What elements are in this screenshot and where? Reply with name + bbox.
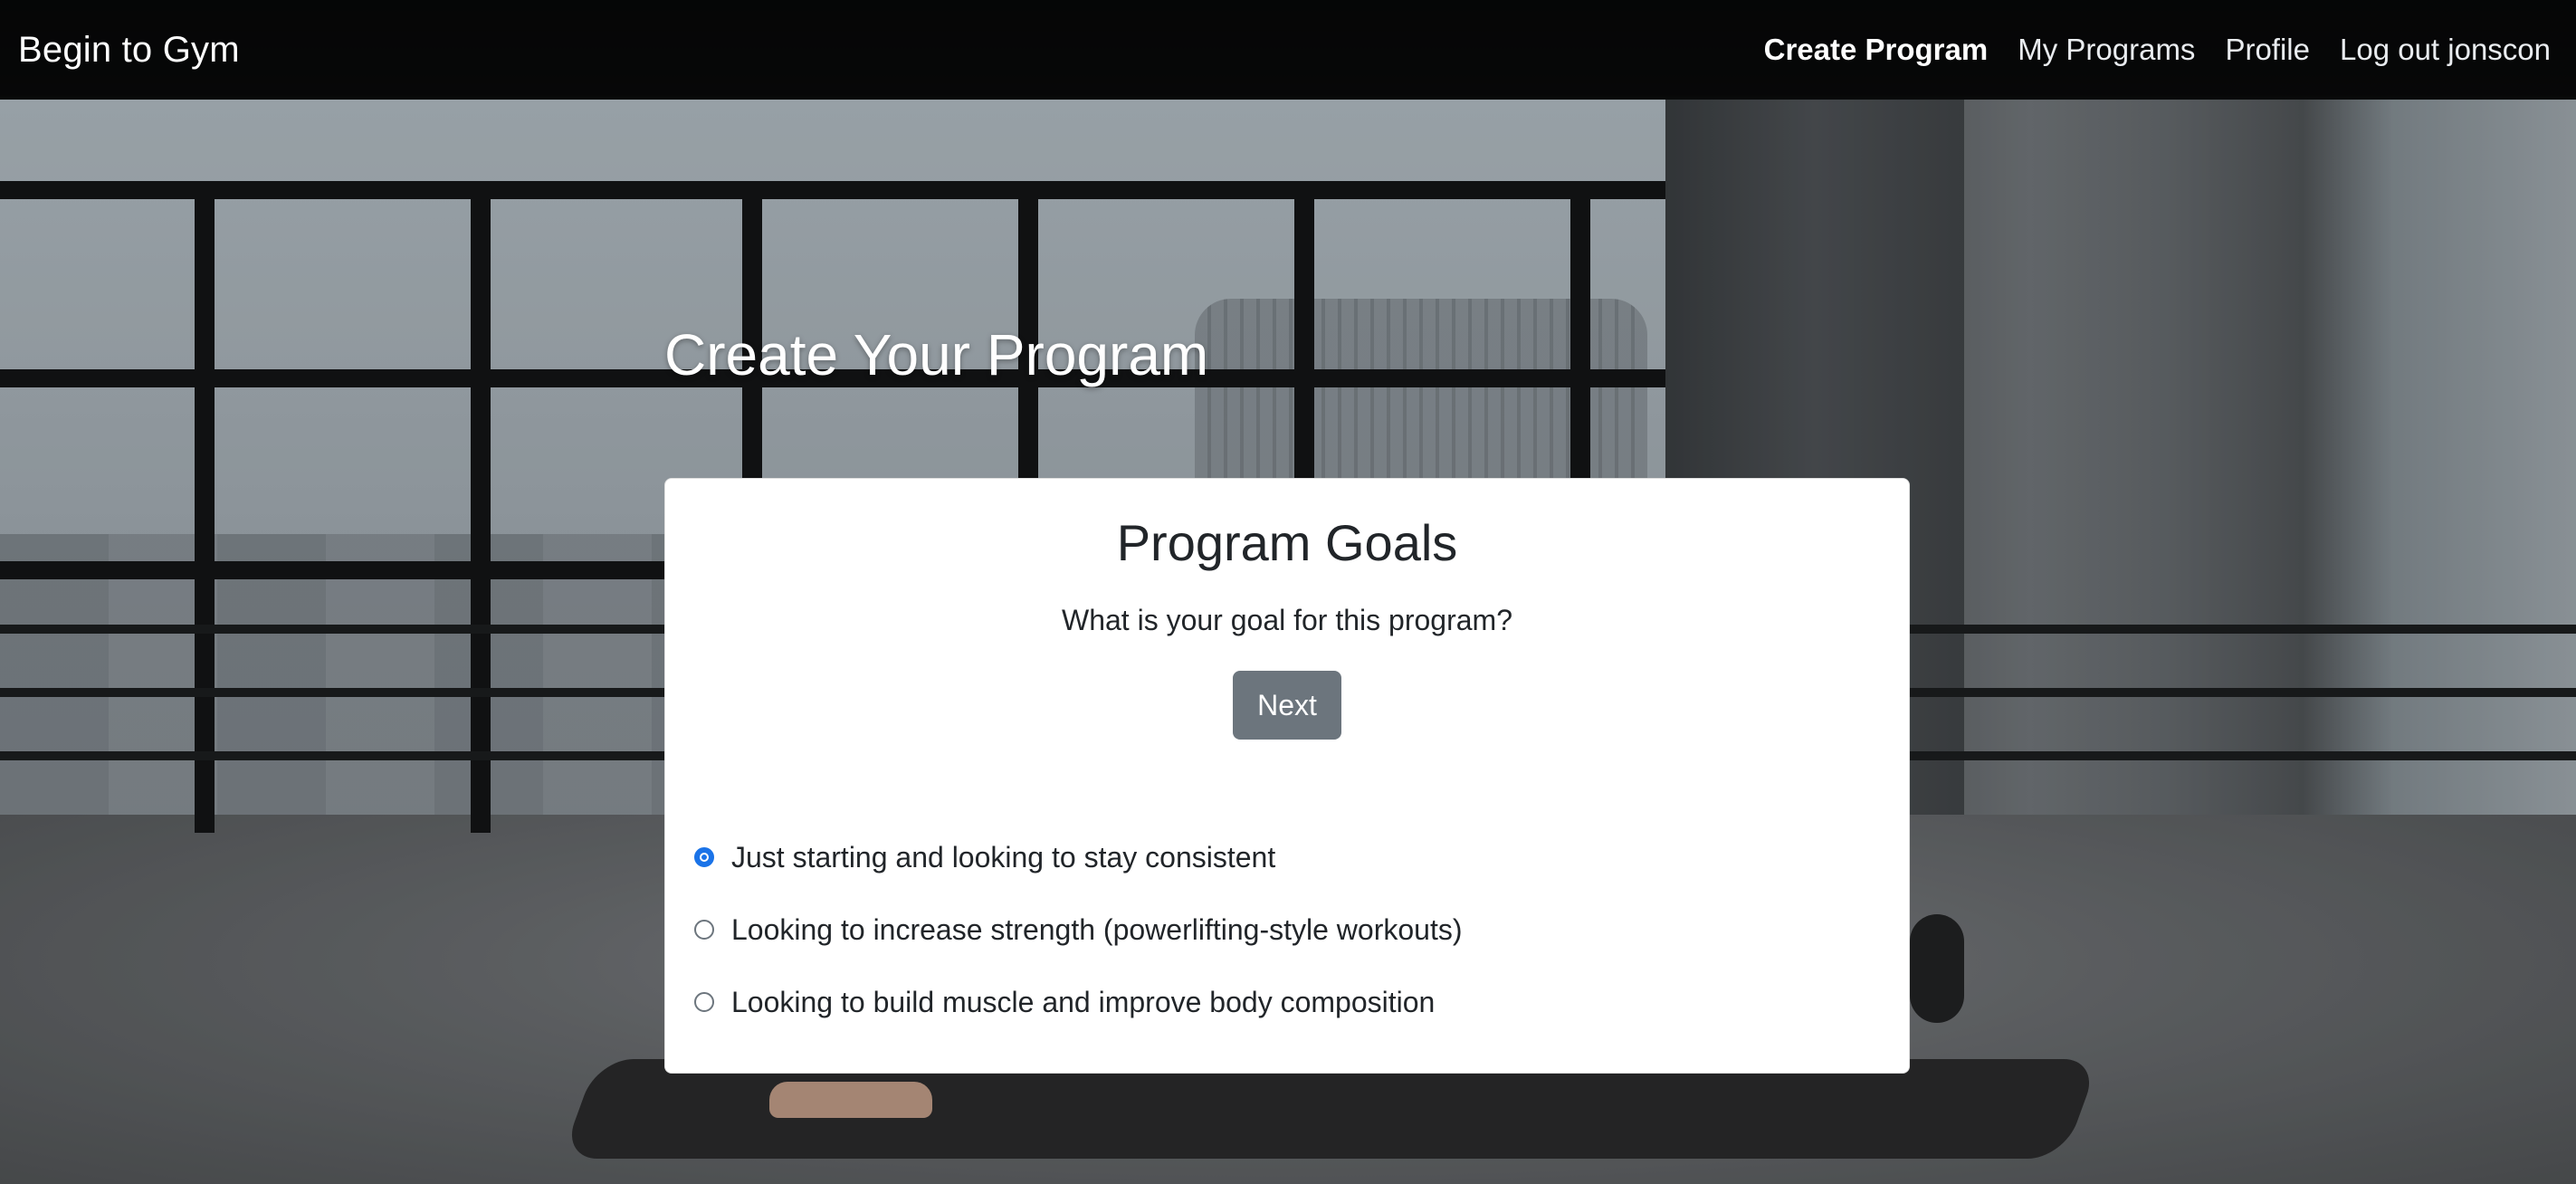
goal-option-muscle[interactable]: Looking to build muscle and improve body… [694,966,1462,1038]
goal-option-label: Looking to increase strength (powerlifti… [731,912,1463,946]
goal-option-label: Looking to build muscle and improve body… [731,985,1436,1018]
radio-checked-icon[interactable] [694,847,714,867]
nav-link-profile[interactable]: Profile [2225,33,2310,67]
brand-link[interactable]: Begin to Gym [18,30,240,71]
radio-unchecked-icon[interactable] [694,920,714,940]
nav-links: Create Program My Programs Profile Log o… [1764,33,2558,67]
goal-option-consistency[interactable]: Just starting and looking to stay consis… [694,821,1462,893]
program-goals-card: Program Goals What is your goal for this… [664,478,1910,1074]
nav-link-create-program[interactable]: Create Program [1764,33,1989,67]
radio-unchecked-icon[interactable] [694,992,714,1012]
next-button[interactable]: Next [1233,671,1341,740]
top-navbar: Begin to Gym Create Program My Programs … [0,0,2576,100]
goal-options: Just starting and looking to stay consis… [694,821,1462,1038]
nav-link-my-programs[interactable]: My Programs [2018,33,2195,67]
card-title: Program Goals [1116,514,1458,571]
nav-link-logout[interactable]: Log out jonscon [2340,33,2551,67]
goal-option-strength[interactable]: Looking to increase strength (powerlifti… [694,893,1462,966]
goal-option-label: Just starting and looking to stay consis… [731,840,1276,874]
page-title: Create Your Program [664,322,1209,387]
goal-question: What is your goal for this program? [1062,604,1512,636]
